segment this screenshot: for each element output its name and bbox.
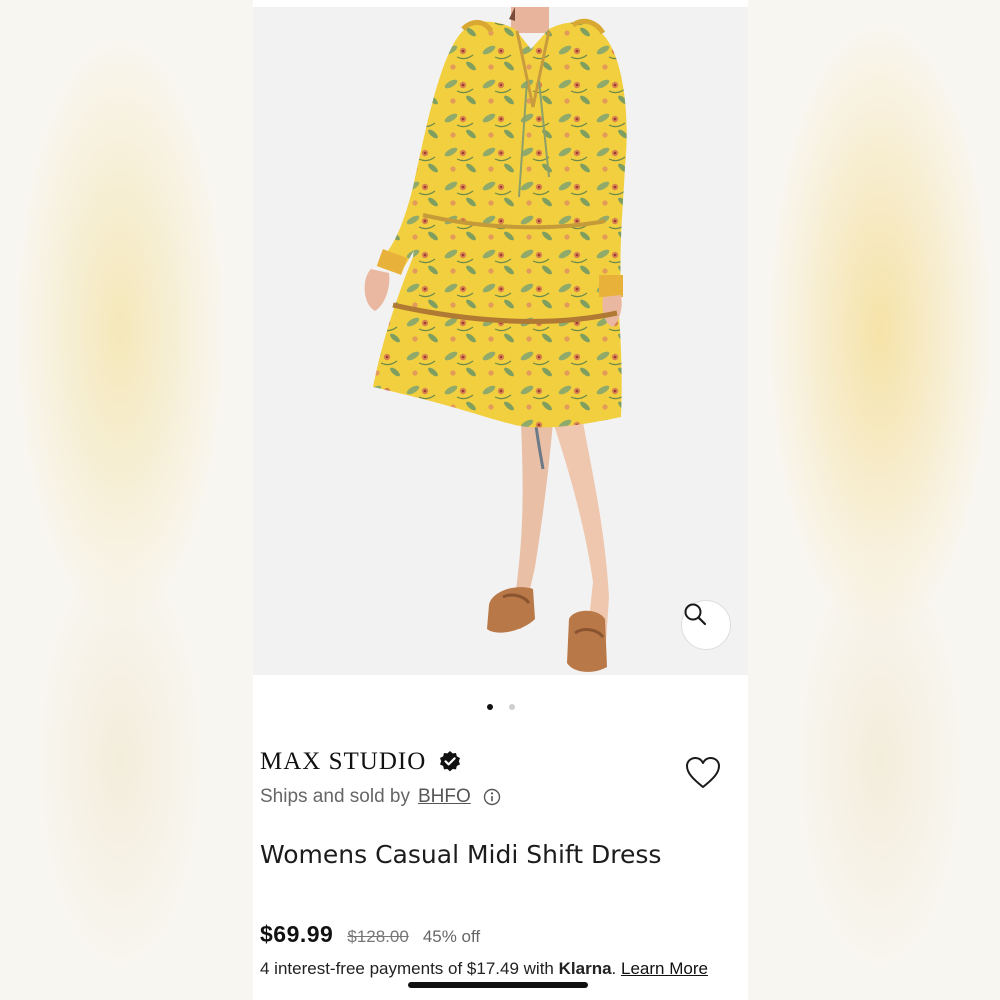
product-image[interactable] — [253, 7, 748, 675]
gallery-dot-1[interactable] — [486, 704, 493, 710]
gallery-dot-2[interactable] — [508, 704, 515, 710]
verified-badge-icon — [440, 751, 461, 772]
home-indicator[interactable] — [408, 982, 588, 988]
financing-row: 4 interest-free payments of $17.49 with … — [260, 959, 708, 979]
original-price: $128.00 — [347, 927, 409, 946]
seller-link[interactable]: BHFO — [418, 786, 471, 808]
product-title: Womens Casual Midi Shift Dress — [260, 840, 662, 869]
magnifier-icon — [684, 603, 707, 626]
product-page: MAX STUDIO Ships and sold by BHFO Womens… — [253, 0, 748, 1000]
brand-name[interactable]: MAX STUDIO — [260, 748, 426, 776]
zoom-button[interactable] — [681, 600, 731, 650]
seller-row: Ships and sold by BHFO — [260, 786, 501, 808]
top-bar — [253, 0, 748, 7]
seller-prefix: Ships and sold by — [260, 786, 410, 807]
sale-price: $69.99 — [260, 921, 334, 947]
favorite-heart-icon[interactable] — [685, 756, 721, 790]
price-row: $69.99 $128.00 45% off — [260, 921, 480, 948]
financing-suffix: . — [611, 959, 617, 978]
brand-row: MAX STUDIO — [260, 748, 462, 776]
financing-text: 4 interest-free payments of $17.49 with — [260, 959, 554, 978]
dress-photo — [364, 7, 627, 672]
klarna-logo: Klarna — [558, 959, 612, 978]
info-icon[interactable] — [483, 788, 501, 806]
learn-more-link[interactable]: Learn More — [621, 959, 708, 978]
gallery-pagination — [253, 700, 748, 714]
discount-label: 45% off — [422, 927, 481, 946]
